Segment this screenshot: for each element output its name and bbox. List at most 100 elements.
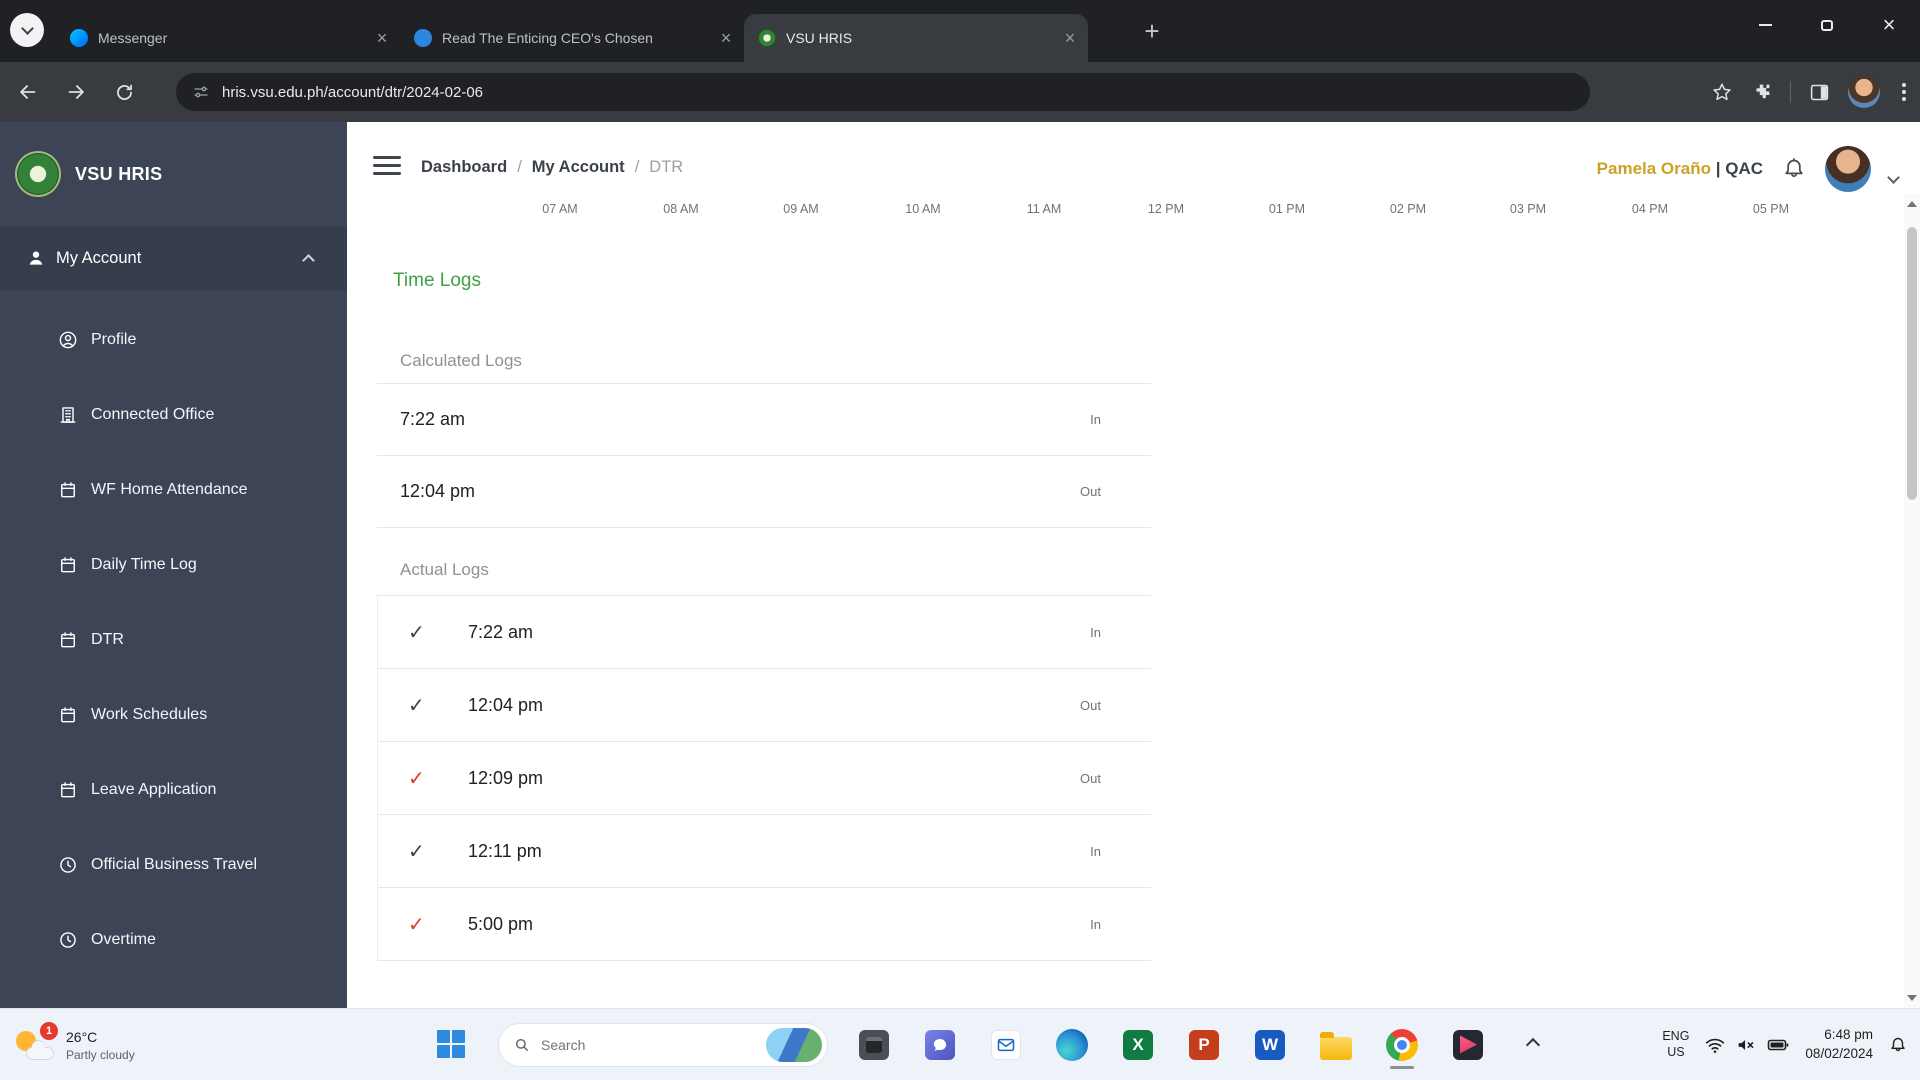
sidebar-item-leave-application[interactable]: Leave Application — [0, 752, 347, 827]
timeline-tick: 04 PM — [1632, 202, 1668, 216]
vsu-favicon-icon — [758, 29, 776, 47]
notification-bell-icon[interactable] — [1888, 1035, 1908, 1055]
timeline-axis: 07 AM 08 AM 09 AM 10 AM 11 AM 12 PM 01 P… — [347, 202, 1900, 222]
clock-time: 6:48 pm — [1824, 1026, 1873, 1045]
timeline-tick: 08 AM — [663, 202, 698, 216]
tab-title: Messenger — [98, 30, 372, 46]
window-close-button[interactable] — [1858, 0, 1920, 50]
scrollbar-thumb[interactable] — [1907, 227, 1917, 500]
sidebar-item-official-business-travel[interactable]: Official Business Travel — [0, 827, 347, 902]
search-icon — [513, 1036, 531, 1054]
sidebar-item-work-schedules[interactable]: Work Schedules — [0, 677, 347, 752]
weather-condition: Partly cloudy — [66, 1048, 135, 1062]
powerpoint-app-icon[interactable] — [1184, 1025, 1224, 1065]
taskbar-center — [432, 1009, 1488, 1080]
sidebar-item-label: Overtime — [91, 931, 156, 949]
browser-tab-vsu-hris[interactable]: VSU HRIS — [744, 14, 1088, 62]
side-panel-icon[interactable] — [1809, 82, 1830, 103]
weather-temperature: 26°C — [66, 1027, 135, 1047]
sidebar-item-partial[interactable] — [0, 977, 347, 1008]
timeline-tick: 09 AM — [783, 202, 818, 216]
sidebar-item-wf-home-attendance[interactable]: WF Home Attendance — [0, 452, 347, 527]
breadcrumb-dtr: DTR — [649, 158, 683, 177]
sidebar-item-my-account[interactable]: My Account — [0, 226, 347, 290]
calculated-log-row: 7:22 am In — [377, 384, 1151, 456]
sidebar-item-label: Profile — [91, 331, 136, 349]
taskbar-overflow-chevron-icon[interactable] — [1526, 1038, 1540, 1052]
chrome-browser-icon[interactable] — [1382, 1025, 1422, 1065]
user-menu-chevron-icon[interactable] — [1887, 171, 1900, 184]
sidebar-item-label: Daily Time Log — [91, 556, 197, 574]
window-maximize-button[interactable] — [1796, 0, 1858, 50]
sidebar-item-dtr[interactable]: DTR — [0, 602, 347, 677]
log-time: 7:22 am — [400, 409, 465, 430]
timeline-tick: 05 PM — [1753, 202, 1789, 216]
site-settings-icon[interactable] — [192, 83, 210, 101]
tab-close-icon[interactable] — [716, 28, 736, 48]
mail-app-icon[interactable] — [986, 1025, 1026, 1065]
user-avatar[interactable] — [1825, 146, 1871, 192]
log-time: 12:04 pm — [468, 695, 543, 716]
sidebar: VSU HRIS My Account Profile Connected Of… — [0, 122, 347, 1008]
toolbar-right — [1711, 62, 1910, 122]
window-app-icon[interactable] — [854, 1025, 894, 1065]
search-highlight-image[interactable] — [766, 1028, 822, 1062]
browser-tab-article[interactable]: Read The Enticing CEO's Chosen — [400, 14, 744, 62]
taskbar-search[interactable] — [498, 1023, 828, 1067]
tab-close-icon[interactable] — [372, 28, 392, 48]
clock-icon — [58, 855, 78, 875]
excel-app-icon[interactable] — [1118, 1025, 1158, 1065]
media-app-icon[interactable] — [1448, 1025, 1488, 1065]
reload-button[interactable] — [106, 74, 142, 110]
file-explorer-icon[interactable] — [1316, 1025, 1356, 1065]
tab-list: Messenger Read The Enticing CEO's Chosen… — [56, 14, 1088, 62]
breadcrumb-my-account[interactable]: My Account — [532, 158, 625, 177]
breadcrumb-dashboard[interactable]: Dashboard — [421, 158, 507, 177]
start-button[interactable] — [432, 1025, 472, 1065]
back-button[interactable] — [10, 74, 46, 110]
log-direction: In — [1090, 625, 1101, 640]
browser-tab-messenger[interactable]: Messenger — [56, 14, 400, 62]
tray-status-icons[interactable] — [1704, 1033, 1790, 1057]
window-minimize-button[interactable] — [1734, 0, 1796, 50]
brand: VSU HRIS — [0, 122, 347, 226]
actual-log-row: 12:04 pm Out — [378, 669, 1151, 742]
taskbar: 1 26°C Partly cloudy — [0, 1008, 1920, 1080]
url-text[interactable]: hris.vsu.edu.ph/account/dtr/2024-02-06 — [222, 84, 483, 101]
page-scrollbar[interactable] — [1904, 194, 1920, 1008]
notifications-bell-icon[interactable] — [1781, 156, 1807, 182]
sidebar-item-label: Leave Application — [91, 781, 216, 799]
forward-button[interactable] — [58, 74, 94, 110]
extensions-puzzle-icon[interactable] — [1751, 82, 1772, 103]
address-bar[interactable]: hris.vsu.edu.ph/account/dtr/2024-02-06 — [176, 73, 1590, 111]
taskbar-clock[interactable]: 6:48 pm 08/02/2024 — [1805, 1026, 1873, 1064]
tab-close-icon[interactable] — [1060, 28, 1080, 48]
sidebar-item-daily-time-log[interactable]: Daily Time Log — [0, 527, 347, 602]
new-tab-button[interactable] — [1136, 15, 1168, 47]
word-app-icon[interactable] — [1250, 1025, 1290, 1065]
edge-browser-icon[interactable] — [1052, 1025, 1092, 1065]
actual-logs-heading: Actual Logs — [377, 544, 1151, 596]
bookmark-star-icon[interactable] — [1711, 81, 1733, 103]
scroll-up-arrow[interactable] — [1904, 196, 1920, 212]
scroll-down-arrow[interactable] — [1904, 990, 1920, 1006]
chat-app-icon[interactable] — [920, 1025, 960, 1065]
tab-title: VSU HRIS — [786, 30, 1060, 46]
hamburger-menu-icon[interactable] — [373, 156, 401, 175]
reload-icon — [114, 82, 135, 103]
browser-toolbar: hris.vsu.edu.ph/account/dtr/2024-02-06 — [0, 62, 1920, 122]
sidebar-item-connected-office[interactable]: Connected Office — [0, 377, 347, 452]
log-direction: Out — [1080, 484, 1101, 499]
browser-profile-avatar[interactable] — [1848, 76, 1880, 108]
log-direction: In — [1090, 844, 1101, 859]
taskbar-weather-widget[interactable]: 1 26°C Partly cloudy — [14, 1009, 135, 1080]
browser-menu-icon[interactable] — [1898, 79, 1910, 105]
calendar-icon — [58, 480, 78, 500]
tab-search-button[interactable] — [10, 13, 44, 47]
actual-log-row: 7:22 am In — [378, 596, 1151, 669]
search-input[interactable] — [541, 1037, 756, 1053]
language-indicator[interactable]: ENG US — [1662, 1029, 1689, 1060]
actual-log-row: 12:09 pm Out — [378, 742, 1151, 815]
sidebar-item-profile[interactable]: Profile — [0, 302, 347, 377]
sidebar-item-overtime[interactable]: Overtime — [0, 902, 347, 977]
